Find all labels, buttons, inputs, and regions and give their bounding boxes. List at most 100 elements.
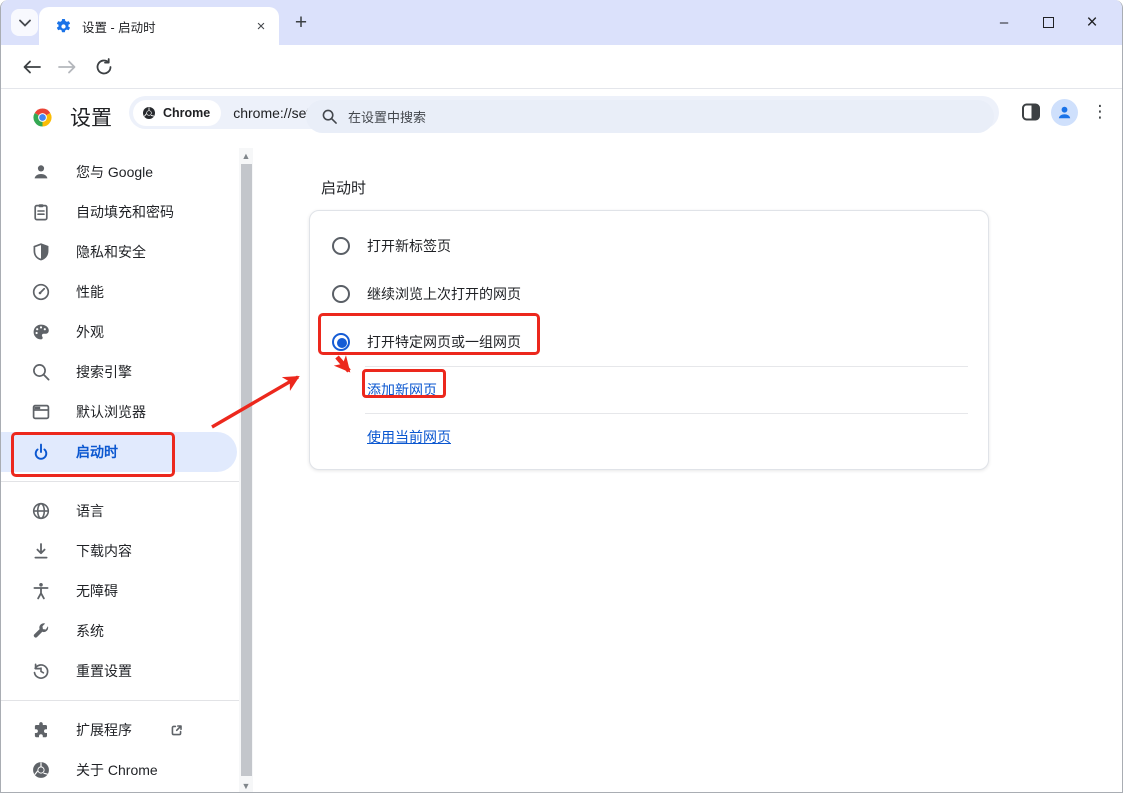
browser-icon xyxy=(31,402,51,422)
sidebar-item-label: 隐私和安全 xyxy=(76,244,146,260)
add-new-page-link[interactable]: 添加新网页 xyxy=(367,380,437,400)
chrome-mono-icon xyxy=(31,760,51,780)
page-title: 设置 xyxy=(70,107,112,130)
scroll-up-icon[interactable]: ▲ xyxy=(239,148,253,163)
sidebar-item-about-chrome[interactable]: 关于 Chrome xyxy=(1,750,239,790)
accessibility-icon xyxy=(31,581,51,601)
site-chip-label: Chrome xyxy=(163,105,211,120)
sidebar-item-label: 默认浏览器 xyxy=(76,404,146,420)
sidebar-item-system[interactable]: 系统 xyxy=(1,611,239,651)
tab-title: 设置 - 启动时 xyxy=(82,20,156,35)
profile-avatar[interactable] xyxy=(1051,98,1078,126)
option-label: 继续浏览上次打开的网页 xyxy=(367,286,521,302)
sidebar-item-performance[interactable]: 性能 xyxy=(1,272,239,312)
side-panel-icon xyxy=(1022,103,1040,121)
wrench-icon xyxy=(31,621,51,641)
option-label: 打开特定网页或一组网页 xyxy=(367,334,521,350)
tab-close-icon[interactable]: × xyxy=(251,16,271,36)
section-title: 启动时 xyxy=(321,180,367,197)
new-tab-button[interactable]: + xyxy=(288,10,314,36)
use-current-pages-link[interactable]: 使用当前网页 xyxy=(367,427,451,447)
profile-person-icon xyxy=(1058,106,1071,118)
sidebar-item-languages[interactable]: 语言 xyxy=(1,491,239,531)
power-icon xyxy=(31,442,51,462)
back-button[interactable] xyxy=(17,53,45,81)
radio-checked-icon[interactable] xyxy=(332,333,350,351)
forward-arrow-icon xyxy=(57,60,75,74)
settings-search-input[interactable]: 在设置中搜索 xyxy=(306,100,994,133)
sidebar-item-reset[interactable]: 重置设置 xyxy=(1,651,239,691)
option-continue-previous[interactable]: 继续浏览上次打开的网页 xyxy=(310,270,988,318)
sidebar-item-label: 自动填充和密码 xyxy=(76,204,174,220)
person-icon xyxy=(31,162,51,182)
sidebar-item-label: 无障碍 xyxy=(76,583,118,599)
sidebar-item-appearance[interactable]: 外观 xyxy=(1,312,239,352)
external-link-icon xyxy=(169,723,184,738)
autofill-icon xyxy=(31,202,51,222)
sidebar-item-label: 启动时 xyxy=(76,444,118,460)
sidebar-item-label: 性能 xyxy=(76,284,104,300)
radio-unchecked-icon[interactable] xyxy=(332,285,350,303)
search-icon xyxy=(322,109,337,124)
sidebar-item-label: 关于 Chrome xyxy=(76,762,158,778)
sidebar-item-downloads[interactable]: 下载内容 xyxy=(1,531,239,571)
puzzle-icon xyxy=(31,720,51,740)
option-open-specific-pages[interactable]: 打开特定网页或一组网页 xyxy=(310,318,988,366)
chevron-down-icon xyxy=(18,19,31,27)
sidebar-item-label: 扩展程序 xyxy=(76,722,132,738)
settings-brand: 设置 xyxy=(29,102,112,132)
option-label: 打开新标签页 xyxy=(367,238,451,254)
site-chip[interactable]: Chrome xyxy=(133,99,222,126)
option-open-new-tab[interactable]: 打开新标签页 xyxy=(310,222,988,270)
back-arrow-icon xyxy=(23,60,41,74)
settings-sidebar: 您与 Google 自动填充和密码 隐私和安全 性能 外观 搜索引擎 默认浏览器… xyxy=(1,152,239,790)
reset-icon xyxy=(31,661,51,681)
browser-menu-button[interactable]: ⋮ xyxy=(1088,100,1112,124)
toolbar-right-group: ⋮ xyxy=(1021,95,1112,129)
maximize-icon xyxy=(1042,17,1054,28)
sidebar-item-label: 搜索引擎 xyxy=(76,364,132,380)
sidebar-item-label: 重置设置 xyxy=(76,663,132,679)
globe-icon xyxy=(31,501,51,521)
chrome-mono-icon xyxy=(143,106,155,119)
sidebar-scrollbar[interactable]: ▲ ▼ xyxy=(239,148,253,792)
scrollbar-thumb[interactable] xyxy=(240,164,252,776)
search-icon xyxy=(31,362,51,382)
sidebar-item-autofill[interactable]: 自动填充和密码 xyxy=(1,192,239,232)
settings-gear-icon xyxy=(55,18,72,35)
scroll-down-icon[interactable]: ▼ xyxy=(239,778,253,792)
add-new-page-row: 添加新网页 xyxy=(310,367,988,413)
sidebar-item-on-startup[interactable]: 启动时 xyxy=(1,432,237,472)
sidebar-item-label: 下载内容 xyxy=(76,543,132,559)
shield-icon xyxy=(31,242,51,262)
close-window-button[interactable]: × xyxy=(1070,7,1114,39)
tab-strip: 设置 - 启动时 × + – × xyxy=(1,0,1122,45)
side-panel-button[interactable] xyxy=(1021,102,1041,122)
sidebar-item-label: 语言 xyxy=(76,503,104,519)
tab-search-button[interactable] xyxy=(11,9,38,36)
forward-button[interactable] xyxy=(53,53,81,81)
browser-window: 设置 - 启动时 × + – × Chrome ⋮ 设置 在设置中搜索 您与 G… xyxy=(0,0,1123,793)
download-icon xyxy=(31,541,51,561)
sidebar-divider xyxy=(1,481,239,482)
active-tab[interactable]: 设置 - 启动时 × xyxy=(39,7,279,45)
sidebar-item-extensions[interactable]: 扩展程序 xyxy=(1,710,239,750)
radio-unchecked-icon[interactable] xyxy=(332,237,350,255)
maximize-button[interactable] xyxy=(1026,7,1070,39)
reload-button[interactable] xyxy=(90,53,118,81)
sidebar-item-label: 外观 xyxy=(76,324,104,340)
sidebar-item-you-and-google[interactable]: 您与 Google xyxy=(1,152,239,192)
sidebar-item-accessibility[interactable]: 无障碍 xyxy=(1,571,239,611)
sidebar-item-search-engine[interactable]: 搜索引擎 xyxy=(1,352,239,392)
sidebar-item-label: 系统 xyxy=(76,623,104,639)
search-placeholder: 在设置中搜索 xyxy=(348,110,427,125)
minimize-button[interactable]: – xyxy=(982,7,1026,39)
startup-options-card: 打开新标签页 继续浏览上次打开的网页 打开特定网页或一组网页 添加新网页 使用当… xyxy=(309,210,989,470)
sidebar-item-default-browser[interactable]: 默认浏览器 xyxy=(1,392,239,432)
sidebar-item-privacy[interactable]: 隐私和安全 xyxy=(1,232,239,272)
speedometer-icon xyxy=(31,282,51,302)
sidebar-item-label: 您与 Google xyxy=(76,164,154,180)
use-current-pages-row: 使用当前网页 xyxy=(310,414,988,460)
browser-toolbar: Chrome chrome://settings/onStartup ☆ ⋮ xyxy=(1,45,1122,129)
palette-icon xyxy=(31,322,51,342)
